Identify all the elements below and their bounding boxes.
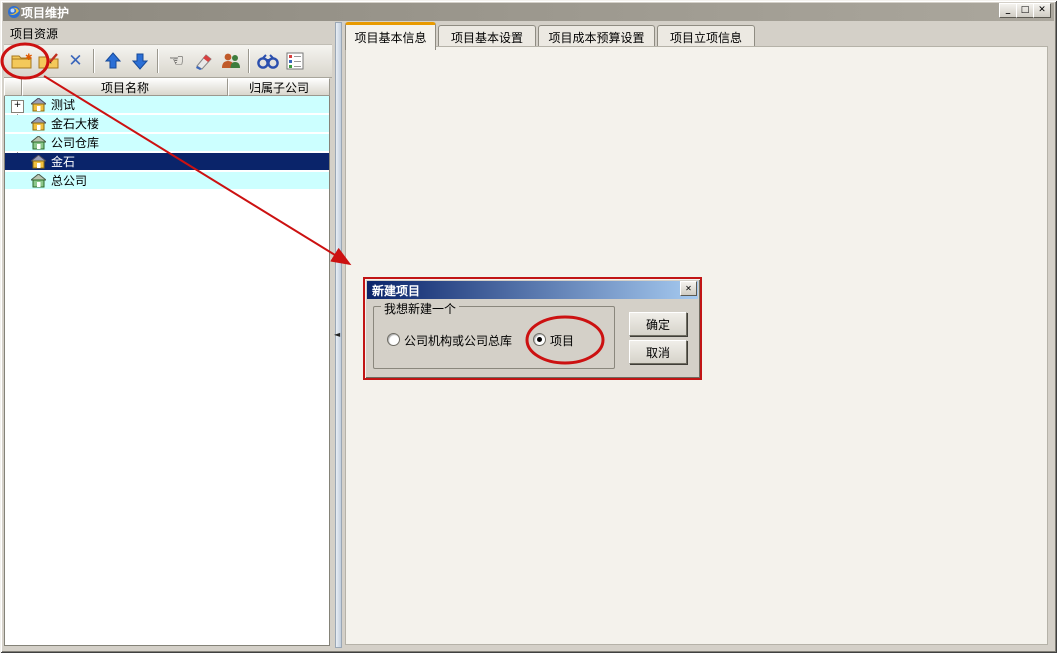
select-hand-icon[interactable]: ☜ — [163, 48, 190, 74]
title-bar: 项目维护 — [3, 3, 1054, 21]
radio-company-or-central-label[interactable]: 公司机构或公司总库 — [404, 332, 512, 349]
house-green-icon — [31, 136, 46, 150]
close-button[interactable]: ✕ — [1033, 3, 1051, 18]
house-green-icon — [31, 174, 46, 188]
tree-toolbar: ✱ ✕ ☜ — [4, 45, 332, 78]
dialog-cancel-button[interactable]: 取消 — [629, 340, 687, 364]
toolbar-separator — [93, 49, 95, 73]
dialog-title: 新建项目 — [372, 282, 420, 299]
tab-project-basic-info[interactable]: 项目基本信息 — [345, 22, 436, 50]
panel-splitter[interactable]: ◄ — [332, 22, 345, 648]
tree-item-zonggongsi[interactable]: 总公司 — [5, 172, 329, 190]
dialog-title-bar[interactable]: 新建项目 — [367, 281, 698, 299]
tree-item-label: 金石 — [51, 153, 75, 170]
new-project-dialog: 新建项目 ✕ 我想新建一个 公司机构或公司总库 项目 确定 取消 — [363, 277, 702, 380]
tree-column-subsidiary[interactable]: 归属子公司 — [228, 78, 330, 96]
app-window: 项目维护 _ □ ✕ 项目资源 ✱ ✕ ☜ — [0, 0, 1057, 653]
house-yellow-icon — [31, 117, 46, 131]
tree-item-jinshi-selected[interactable]: 金石 — [5, 153, 329, 171]
move-down-icon[interactable] — [126, 48, 153, 74]
window-title: 项目维护 — [21, 4, 69, 21]
project-resource-panel: 项目资源 ✱ ✕ ☜ — [4, 22, 332, 648]
tree-item-gongsicangku[interactable]: 公司仓库 — [5, 134, 329, 152]
delete-icon[interactable]: ✕ — [62, 48, 89, 74]
tree-column-gutter — [4, 78, 22, 96]
tree-column-name[interactable]: 项目名称 — [22, 78, 228, 96]
radio-project[interactable] — [533, 333, 546, 346]
expand-icon[interactable]: + — [11, 100, 24, 113]
collapse-chevron-icon[interactable]: ◄ — [334, 330, 340, 339]
app-icon — [7, 5, 21, 19]
toolbar-separator — [157, 49, 159, 73]
eraser-icon[interactable] — [190, 48, 217, 74]
users-icon[interactable] — [217, 48, 244, 74]
edit-folder-icon[interactable] — [35, 48, 62, 74]
radio-company-or-central[interactable] — [387, 333, 400, 346]
tab-project-cost-budget-settings[interactable]: 项目成本预算设置 — [538, 25, 655, 48]
svg-text:✱: ✱ — [25, 53, 33, 63]
panel-header: 项目资源 — [4, 22, 332, 45]
tree-item-label: 金石大楼 — [51, 115, 99, 132]
maximize-button[interactable]: □ — [1016, 3, 1034, 18]
house-yellow-icon — [31, 98, 46, 112]
dialog-close-button[interactable]: ✕ — [680, 281, 697, 296]
find-icon[interactable] — [254, 48, 281, 74]
project-tree: + 测试 金石大楼 公司仓库 金石 总公司 — [4, 96, 330, 646]
move-up-icon[interactable] — [99, 48, 126, 74]
panel-header-label: 项目资源 — [10, 25, 58, 42]
house-yellow-icon — [31, 155, 46, 169]
new-project-folder-icon[interactable]: ✱ — [8, 48, 35, 74]
dialog-option-group-label: 我想新建一个 — [381, 300, 459, 317]
tab-project-basic-settings[interactable]: 项目基本设置 — [438, 25, 536, 48]
tree-item-jinshidalou[interactable]: 金石大楼 — [5, 115, 329, 133]
tree-item-label: 测试 — [51, 96, 75, 113]
tree-item-label: 总公司 — [51, 172, 87, 189]
dialog-ok-button[interactable]: 确定 — [629, 312, 687, 336]
minimize-button[interactable]: _ — [999, 3, 1017, 18]
tree-item-label: 公司仓库 — [51, 134, 99, 151]
tree-item-ceshi[interactable]: + 测试 — [5, 96, 329, 114]
report-icon[interactable] — [281, 48, 308, 74]
radio-project-label[interactable]: 项目 — [550, 332, 574, 349]
toolbar-separator — [248, 49, 250, 73]
tab-project-approval-info[interactable]: 项目立项信息 — [657, 25, 755, 48]
